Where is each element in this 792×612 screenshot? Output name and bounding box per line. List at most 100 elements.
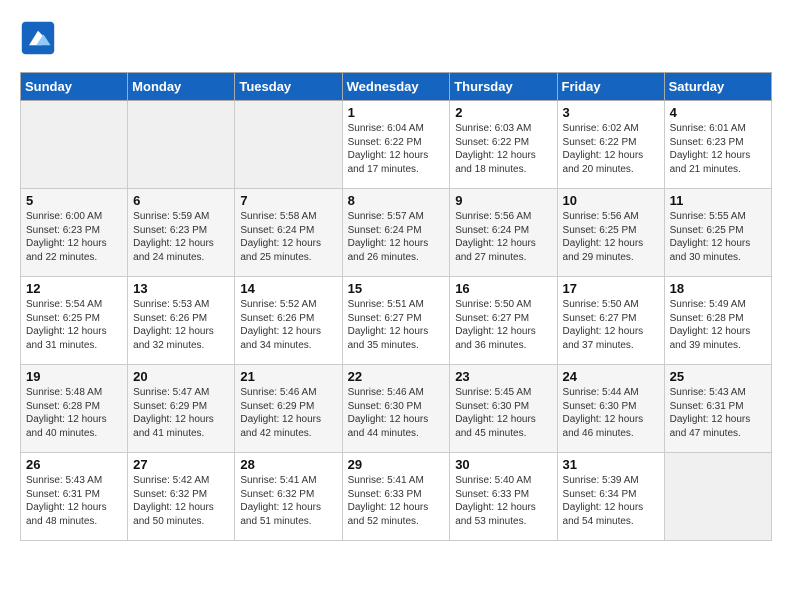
page-header bbox=[20, 20, 772, 56]
day-number: 9 bbox=[455, 193, 551, 208]
day-info: Sunrise: 5:44 AM Sunset: 6:30 PM Dayligh… bbox=[563, 386, 659, 440]
day-number: 12 bbox=[26, 281, 122, 296]
day-info: Sunrise: 5:49 AM Sunset: 6:28 PM Dayligh… bbox=[670, 298, 766, 352]
day-info: Sunrise: 5:43 AM Sunset: 6:31 PM Dayligh… bbox=[26, 474, 122, 528]
day-info: Sunrise: 5:58 AM Sunset: 6:24 PM Dayligh… bbox=[240, 210, 336, 264]
day-info: Sunrise: 5:48 AM Sunset: 6:28 PM Dayligh… bbox=[26, 386, 122, 440]
calendar-cell: 28Sunrise: 5:41 AM Sunset: 6:32 PM Dayli… bbox=[235, 453, 342, 541]
day-number: 16 bbox=[455, 281, 551, 296]
weekday-header-sunday: Sunday bbox=[21, 73, 128, 101]
calendar-cell: 18Sunrise: 5:49 AM Sunset: 6:28 PM Dayli… bbox=[664, 277, 771, 365]
day-number: 15 bbox=[348, 281, 445, 296]
day-number: 24 bbox=[563, 369, 659, 384]
calendar-week-row: 1Sunrise: 6:04 AM Sunset: 6:22 PM Daylig… bbox=[21, 101, 772, 189]
calendar-cell: 15Sunrise: 5:51 AM Sunset: 6:27 PM Dayli… bbox=[342, 277, 450, 365]
logo-icon bbox=[20, 20, 56, 56]
day-number: 22 bbox=[348, 369, 445, 384]
calendar-cell: 20 Sunrise: 5:47 AM Sunset: 6:29 PM Dayli… bbox=[128, 365, 235, 453]
day-number: 13 bbox=[133, 281, 229, 296]
day-info: Sunrise: 5:46 AM Sunset: 6:30 PM Dayligh… bbox=[348, 386, 445, 440]
calendar-cell: 7Sunrise: 5:58 AM Sunset: 6:24 PM Daylig… bbox=[235, 189, 342, 277]
day-info: Sunrise: 5:41 AM Sunset: 6:32 PM Dayligh… bbox=[240, 474, 336, 528]
day-number: 6 bbox=[133, 193, 229, 208]
day-info: Sunrise: 5:55 AM Sunset: 6:25 PM Dayligh… bbox=[670, 210, 766, 264]
calendar-week-row: 19 Sunrise: 5:48 AM Sunset: 6:28 PM Dayli… bbox=[21, 365, 772, 453]
weekday-header-tuesday: Tuesday bbox=[235, 73, 342, 101]
calendar-cell: 23 Sunrise: 5:45 AM Sunset: 6:30 PM Dayli… bbox=[450, 365, 557, 453]
day-info: Sunrise: 5:54 AM Sunset: 6:25 PM Dayligh… bbox=[26, 298, 122, 352]
calendar-cell bbox=[235, 101, 342, 189]
day-number: 3 bbox=[563, 105, 659, 120]
day-info: Sunrise: 6:03 AM Sunset: 6:22 PM Dayligh… bbox=[455, 122, 551, 176]
day-number: 23 bbox=[455, 369, 551, 384]
calendar-week-row: 26 Sunrise: 5:43 AM Sunset: 6:31 PM Dayli… bbox=[21, 453, 772, 541]
calendar-cell: 1Sunrise: 6:04 AM Sunset: 6:22 PM Daylig… bbox=[342, 101, 450, 189]
calendar-table: SundayMondayTuesdayWednesdayThursdayFrid… bbox=[20, 72, 772, 541]
day-info: Sunrise: 5:53 AM Sunset: 6:26 PM Dayligh… bbox=[133, 298, 229, 352]
calendar-cell: 8 Sunrise: 5:57 AM Sunset: 6:24 PM Daylig… bbox=[342, 189, 450, 277]
day-info: Sunrise: 6:00 AM Sunset: 6:23 PM Dayligh… bbox=[26, 210, 122, 264]
day-info: Sunrise: 5:39 AM Sunset: 6:34 PM Dayligh… bbox=[563, 474, 659, 528]
day-number: 27 bbox=[133, 457, 229, 472]
day-info: Sunrise: 5:50 AM Sunset: 6:27 PM Dayligh… bbox=[563, 298, 659, 352]
day-info: Sunrise: 5:45 AM Sunset: 6:30 PM Dayligh… bbox=[455, 386, 551, 440]
day-number: 14 bbox=[240, 281, 336, 296]
day-info: Sunrise: 5:57 AM Sunset: 6:24 PM Dayligh… bbox=[348, 210, 445, 264]
day-info: Sunrise: 5:40 AM Sunset: 6:33 PM Dayligh… bbox=[455, 474, 551, 528]
weekday-header-monday: Monday bbox=[128, 73, 235, 101]
day-info: Sunrise: 5:47 AM Sunset: 6:29 PM Dayligh… bbox=[133, 386, 229, 440]
calendar-cell: 12 Sunrise: 5:54 AM Sunset: 6:25 PM Dayli… bbox=[21, 277, 128, 365]
calendar-cell: 4 Sunrise: 6:01 AM Sunset: 6:23 PM Daylig… bbox=[664, 101, 771, 189]
day-number: 31 bbox=[563, 457, 659, 472]
calendar-cell: 25 Sunrise: 5:43 AM Sunset: 6:31 PM Dayli… bbox=[664, 365, 771, 453]
day-number: 8 bbox=[348, 193, 445, 208]
day-number: 30 bbox=[455, 457, 551, 472]
weekday-header-row: SundayMondayTuesdayWednesdayThursdayFrid… bbox=[21, 73, 772, 101]
calendar-cell: 13 Sunrise: 5:53 AM Sunset: 6:26 PM Dayli… bbox=[128, 277, 235, 365]
calendar-cell: 24 Sunrise: 5:44 AM Sunset: 6:30 PM Dayli… bbox=[557, 365, 664, 453]
day-info: Sunrise: 6:02 AM Sunset: 6:22 PM Dayligh… bbox=[563, 122, 659, 176]
calendar-cell: 29Sunrise: 5:41 AM Sunset: 6:33 PM Dayli… bbox=[342, 453, 450, 541]
calendar-cell: 19 Sunrise: 5:48 AM Sunset: 6:28 PM Dayli… bbox=[21, 365, 128, 453]
day-number: 4 bbox=[670, 105, 766, 120]
calendar-cell: 10 Sunrise: 5:56 AM Sunset: 6:25 PM Dayli… bbox=[557, 189, 664, 277]
calendar-cell bbox=[21, 101, 128, 189]
day-number: 26 bbox=[26, 457, 122, 472]
day-number: 17 bbox=[563, 281, 659, 296]
calendar-cell: 27 Sunrise: 5:42 AM Sunset: 6:32 PM Dayli… bbox=[128, 453, 235, 541]
calendar-cell: 22 Sunrise: 5:46 AM Sunset: 6:30 PM Dayli… bbox=[342, 365, 450, 453]
calendar-cell bbox=[664, 453, 771, 541]
day-info: Sunrise: 5:52 AM Sunset: 6:26 PM Dayligh… bbox=[240, 298, 336, 352]
calendar-cell: 30 Sunrise: 5:40 AM Sunset: 6:33 PM Dayli… bbox=[450, 453, 557, 541]
day-number: 25 bbox=[670, 369, 766, 384]
weekday-header-thursday: Thursday bbox=[450, 73, 557, 101]
weekday-header-wednesday: Wednesday bbox=[342, 73, 450, 101]
calendar-cell: 21Sunrise: 5:46 AM Sunset: 6:29 PM Dayli… bbox=[235, 365, 342, 453]
calendar-cell: 11 Sunrise: 5:55 AM Sunset: 6:25 PM Dayli… bbox=[664, 189, 771, 277]
logo bbox=[20, 20, 60, 56]
day-number: 11 bbox=[670, 193, 766, 208]
day-number: 2 bbox=[455, 105, 551, 120]
day-info: Sunrise: 6:01 AM Sunset: 6:23 PM Dayligh… bbox=[670, 122, 766, 176]
calendar-cell bbox=[128, 101, 235, 189]
calendar-cell: 16 Sunrise: 5:50 AM Sunset: 6:27 PM Dayli… bbox=[450, 277, 557, 365]
calendar-cell: 2 Sunrise: 6:03 AM Sunset: 6:22 PM Daylig… bbox=[450, 101, 557, 189]
day-number: 5 bbox=[26, 193, 122, 208]
calendar-cell: 5 Sunrise: 6:00 AM Sunset: 6:23 PM Daylig… bbox=[21, 189, 128, 277]
day-info: Sunrise: 5:59 AM Sunset: 6:23 PM Dayligh… bbox=[133, 210, 229, 264]
calendar-cell: 26 Sunrise: 5:43 AM Sunset: 6:31 PM Dayli… bbox=[21, 453, 128, 541]
day-info: Sunrise: 5:56 AM Sunset: 6:24 PM Dayligh… bbox=[455, 210, 551, 264]
day-number: 29 bbox=[348, 457, 445, 472]
day-number: 1 bbox=[348, 105, 445, 120]
calendar-cell: 31 Sunrise: 5:39 AM Sunset: 6:34 PM Dayli… bbox=[557, 453, 664, 541]
day-info: Sunrise: 5:50 AM Sunset: 6:27 PM Dayligh… bbox=[455, 298, 551, 352]
day-info: Sunrise: 5:56 AM Sunset: 6:25 PM Dayligh… bbox=[563, 210, 659, 264]
calendar-cell: 17 Sunrise: 5:50 AM Sunset: 6:27 PM Dayli… bbox=[557, 277, 664, 365]
day-info: Sunrise: 5:43 AM Sunset: 6:31 PM Dayligh… bbox=[670, 386, 766, 440]
day-number: 10 bbox=[563, 193, 659, 208]
day-number: 20 bbox=[133, 369, 229, 384]
day-number: 19 bbox=[26, 369, 122, 384]
calendar-cell: 14 Sunrise: 5:52 AM Sunset: 6:26 PM Dayli… bbox=[235, 277, 342, 365]
day-info: Sunrise: 5:42 AM Sunset: 6:32 PM Dayligh… bbox=[133, 474, 229, 528]
calendar-cell: 6 Sunrise: 5:59 AM Sunset: 6:23 PM Daylig… bbox=[128, 189, 235, 277]
